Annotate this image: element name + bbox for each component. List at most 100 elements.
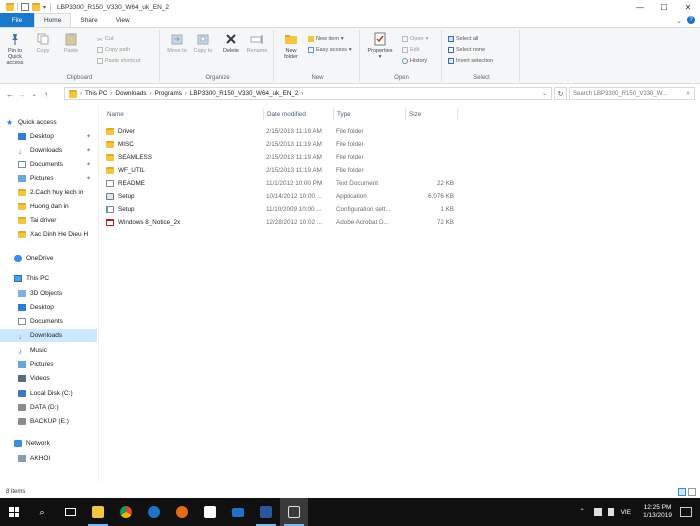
nav-downloads[interactable]: ↓ Downloads: [0, 329, 97, 342]
file-row[interactable]: MISC 2/15/2013 11:19 AM File folder: [104, 138, 464, 150]
move-to-button[interactable]: Move to: [164, 32, 190, 54]
column-header-type[interactable]: Type: [334, 108, 406, 120]
back-arrow-icon[interactable]: ←: [4, 90, 16, 99]
file-row[interactable]: SEAMLESS 2/15/2013 11:19 AM File folder: [104, 151, 464, 163]
column-header-name[interactable]: Name: [104, 108, 264, 120]
paste-button[interactable]: Paste: [58, 32, 84, 54]
nav-quick-folder[interactable]: Xac Dinh He Dieu H: [0, 228, 97, 241]
nav-music[interactable]: ♪ Music: [0, 344, 97, 357]
word-icon[interactable]: [252, 498, 280, 526]
copy-to-button[interactable]: Copy to: [190, 32, 216, 54]
delete-button[interactable]: Delete: [218, 32, 244, 54]
chevron-up-icon[interactable]: ⌃: [580, 508, 588, 516]
tab-home[interactable]: Home: [34, 13, 72, 27]
address-bar[interactable]: › This PC › Downloads › Programs › LBP33…: [64, 87, 552, 100]
file-row[interactable]: Driver 2/15/2013 11:19 AM File folder: [104, 125, 464, 137]
nav-quick-downloads[interactable]: ↓ Downloads ✦: [0, 144, 97, 157]
properties-button[interactable]: Properties ▾: [364, 32, 396, 60]
minimize-button[interactable]: —: [628, 0, 652, 14]
nav-data-d[interactable]: DATA (D:): [0, 401, 97, 414]
network-icon[interactable]: [593, 508, 602, 516]
file-explorer-icon[interactable]: [84, 498, 112, 526]
nav-backup-e[interactable]: BACKUP (E:): [0, 415, 97, 428]
nav-quick-pictures[interactable]: Pictures ✦: [0, 172, 97, 185]
nav-quick-documents[interactable]: Documents ✦: [0, 158, 97, 171]
nav-quick-access[interactable]: ★ Quick access: [0, 116, 97, 129]
invert-selection-button[interactable]: Invert selection: [448, 56, 493, 65]
up-arrow-icon[interactable]: ↑: [40, 90, 52, 99]
nav-videos[interactable]: Videos: [0, 372, 97, 385]
file-row[interactable]: README 11/1/2012 10:00 PM Text Document …: [104, 177, 464, 189]
copy-path-button[interactable]: Copy path: [97, 45, 130, 54]
nav-onedrive[interactable]: OneDrive: [0, 252, 97, 265]
rename-button[interactable]: Rename: [244, 32, 270, 54]
volume-icon[interactable]: [607, 508, 614, 516]
copy-button[interactable]: Copy: [30, 32, 56, 54]
search-input[interactable]: Search LBP3300_R150_V330_W... ⌕: [569, 87, 695, 100]
history-button[interactable]: History: [402, 56, 427, 65]
clock[interactable]: 12:25 PM 1/13/2019: [643, 504, 672, 520]
nav-quick-desktop[interactable]: Desktop ✦: [0, 130, 97, 143]
file-row[interactable]: Setup 11/10/2009 10:00 ... Configuration…: [104, 203, 464, 215]
large-icons-view-icon[interactable]: [688, 488, 696, 496]
properties-icon[interactable]: [21, 3, 29, 11]
nav-3d-objects[interactable]: 3D Objects: [0, 287, 97, 300]
breadcrumb-programs[interactable]: Programs: [155, 90, 182, 97]
edge-icon[interactable]: [140, 498, 168, 526]
tab-share[interactable]: Share: [71, 13, 106, 27]
chevron-down-icon[interactable]: ⌄: [542, 90, 547, 97]
nav-quick-folder[interactable]: Huong dan in: [0, 200, 97, 213]
select-none-button[interactable]: Select none: [448, 45, 485, 54]
recent-locations-icon[interactable]: ⌄: [28, 91, 40, 98]
column-header-date[interactable]: Date modified: [264, 108, 334, 120]
language-indicator[interactable]: VIE: [621, 509, 631, 516]
forward-arrow-icon[interactable]: →: [16, 90, 28, 99]
new-folder-button[interactable]: New folder: [278, 32, 304, 60]
nav-this-pc[interactable]: This PC: [0, 272, 97, 285]
nav-desktop[interactable]: Desktop: [0, 301, 97, 314]
task-view-icon[interactable]: [56, 498, 84, 526]
help-icon[interactable]: ?: [687, 16, 695, 24]
easy-access-button[interactable]: Easy access ▾: [308, 45, 352, 54]
clipboard-group: Pin to Quick access Copy Paste ✂ Cut Cop…: [0, 30, 160, 82]
select-all-button[interactable]: Select all: [448, 34, 478, 43]
refresh-button[interactable]: ↻: [554, 87, 567, 100]
maximize-button[interactable]: ☐: [652, 0, 676, 14]
firefox-icon[interactable]: [168, 498, 196, 526]
open-button[interactable]: Open ▾: [402, 34, 428, 43]
chevron-down-icon[interactable]: ⌄: [676, 17, 682, 25]
nav-network-akhoi[interactable]: AKHOI: [0, 452, 97, 465]
paste-shortcut-button[interactable]: Paste shortcut: [97, 56, 140, 65]
file-row[interactable]: Setup 10/14/2012 10:00 ... Application 6…: [104, 190, 464, 202]
file-row[interactable]: WF_UTIL 2/15/2013 11:19 AM File folder: [104, 164, 464, 176]
photos-icon[interactable]: [280, 498, 308, 526]
pane-divider[interactable]: [98, 106, 99, 482]
column-header-size[interactable]: Size: [406, 108, 458, 120]
file-row[interactable]: Windows 8_Notice_2x 12/28/2012 10:02 ...…: [104, 216, 464, 228]
breadcrumb-this-pc[interactable]: This PC: [85, 90, 107, 97]
start-button[interactable]: [0, 498, 28, 526]
mail-icon[interactable]: [224, 498, 252, 526]
store-icon[interactable]: [196, 498, 224, 526]
tab-view[interactable]: View: [107, 13, 139, 27]
pin-to-quick-access-button[interactable]: Pin to Quick access: [2, 32, 28, 66]
nav-quick-folder[interactable]: 2.Cach huy lech in: [0, 186, 97, 199]
chrome-icon[interactable]: [112, 498, 140, 526]
close-button[interactable]: ✕: [676, 0, 700, 14]
tab-file[interactable]: File: [0, 13, 34, 27]
new-item-button[interactable]: New item ▾: [308, 34, 344, 43]
nav-local-disk-c[interactable]: Local Disk (C:): [0, 387, 97, 400]
new-folder-icon[interactable]: [32, 3, 40, 11]
chevron-down-icon[interactable]: ▾: [43, 4, 46, 11]
edit-button[interactable]: Edit: [402, 45, 419, 54]
notification-icon[interactable]: [680, 507, 692, 517]
nav-documents[interactable]: Documents: [0, 315, 97, 328]
search-icon[interactable]: ⌕: [28, 498, 56, 526]
nav-pictures[interactable]: Pictures: [0, 358, 97, 371]
nav-quick-folder[interactable]: Tai driver: [0, 214, 97, 227]
details-view-icon[interactable]: [678, 488, 686, 496]
nav-network[interactable]: Network: [0, 437, 97, 450]
cut-button[interactable]: ✂ Cut: [97, 34, 114, 44]
breadcrumb-current-folder[interactable]: LBP3300_R150_V330_W64_uk_EN_2: [190, 90, 299, 97]
breadcrumb-downloads[interactable]: Downloads: [115, 90, 146, 97]
